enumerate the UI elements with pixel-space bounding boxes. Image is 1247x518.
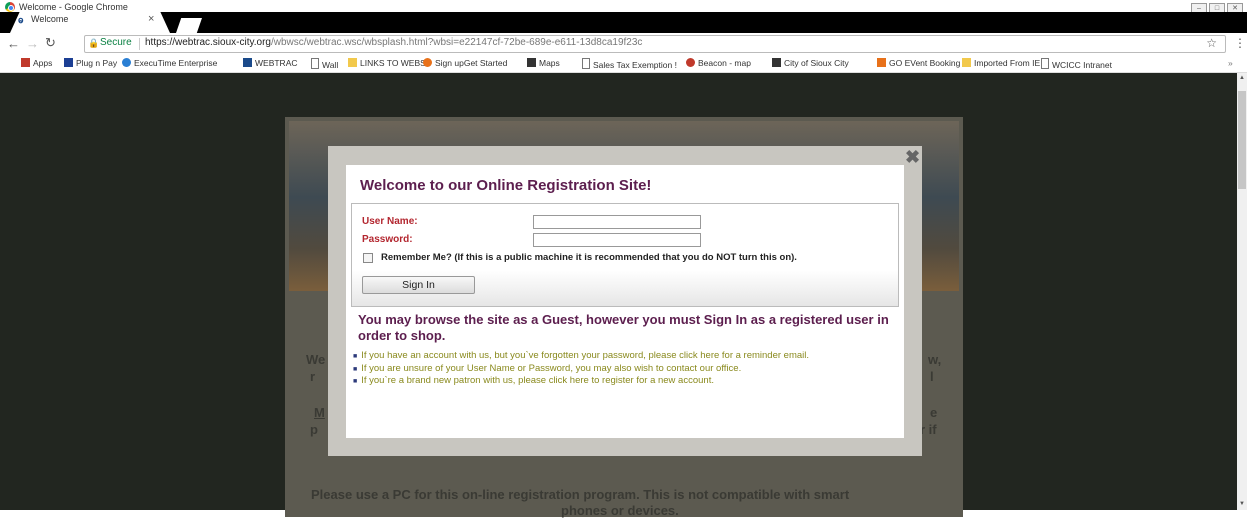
bookmark-item[interactable]: WEBTRAC xyxy=(243,58,298,68)
help-link[interactable]: ■ If you are unsure of your User Name or … xyxy=(353,363,809,376)
globe-icon xyxy=(122,58,131,67)
page-icon xyxy=(311,58,319,69)
bookmark-item[interactable]: Sales Tax Exemption ! xyxy=(582,58,677,70)
lock-icon: 🔒 xyxy=(88,38,100,48)
secure-label: Secure xyxy=(100,37,132,48)
bookmark-star-icon[interactable]: ☆ xyxy=(1206,36,1217,50)
help-link-text: If you are unsure of your User Name or P… xyxy=(361,362,742,374)
bookmark-item[interactable]: LINKS TO WEBS xyxy=(348,58,426,68)
bookmark-item[interactable]: Wall xyxy=(311,58,338,70)
bullet-icon: ■ xyxy=(353,365,358,373)
password-input[interactable] xyxy=(533,233,701,247)
help-link[interactable]: ■ If you have an account with us, but you… xyxy=(353,350,809,363)
tab-strip: ⱺ Welcome × xyxy=(0,12,1247,33)
navigation-bar: ← → ↻ 🔒 Secure https://webtrac.sioux-cit… xyxy=(0,33,1247,55)
window-title: Welcome - Google Chrome xyxy=(19,2,128,12)
bookmark-item[interactable]: Maps xyxy=(527,58,560,68)
bookmark-item[interactable]: City of Sioux City xyxy=(772,58,849,68)
scroll-down-icon[interactable]: ▼ xyxy=(1239,501,1245,507)
chrome-logo-icon xyxy=(5,2,15,12)
bookmark-label: Wall xyxy=(322,60,339,70)
bookmark-item[interactable]: Apps xyxy=(21,58,52,68)
help-link[interactable]: ■ If you`re a brand new patron with us, p… xyxy=(353,375,809,388)
remember-me-label: Remember Me? (If this is a public machin… xyxy=(381,252,797,263)
back-icon[interactable]: ← xyxy=(7,36,20,51)
scroll-up-icon[interactable]: ▲ xyxy=(1239,75,1245,81)
bg-text: e xyxy=(930,405,938,420)
bookmark-label: Maps xyxy=(539,58,560,68)
tab-close-icon[interactable]: × xyxy=(148,13,154,25)
menu-icon[interactable]: ⋮ xyxy=(1234,36,1246,50)
bookmark-label: ExecuTime Enterprise xyxy=(134,58,218,68)
bookmark-item[interactable]: ExecuTime Enterprise xyxy=(122,58,217,68)
username-input[interactable] xyxy=(533,215,701,229)
url-text: https://webtrac.sioux-city.org/wbwsc/web… xyxy=(145,37,642,48)
orange-circle-icon xyxy=(423,58,432,67)
page-icon xyxy=(1041,58,1049,69)
city-icon xyxy=(527,58,536,67)
bg-text: r xyxy=(310,369,316,384)
bookmark-label: City of Sioux City xyxy=(784,58,849,68)
address-bar[interactable]: 🔒 Secure https://webtrac.sioux-city.org/… xyxy=(84,35,1226,53)
scrollbar[interactable]: ▲ ▼ xyxy=(1237,73,1247,510)
apps-grid-icon xyxy=(21,58,30,67)
bg-notice: Please use a PC for this on-line registr… xyxy=(311,487,850,502)
reload-icon[interactable]: ↻ xyxy=(45,35,56,51)
bookmark-label: LINKS TO WEBS xyxy=(360,58,426,68)
bg-text: w, xyxy=(928,352,942,367)
guest-message: You may browse the site as a Guest, howe… xyxy=(358,312,889,343)
bg-text: r if xyxy=(920,422,937,437)
forward-icon[interactable]: → xyxy=(26,36,39,51)
bookmark-label: Beacon - map xyxy=(698,58,751,68)
webtrac-icon xyxy=(243,58,252,67)
remember-me-checkbox[interactable] xyxy=(363,253,373,263)
bullet-icon: ■ xyxy=(353,353,358,360)
p-logo-icon xyxy=(64,58,73,67)
folder-icon xyxy=(348,58,357,67)
help-link-text: If you have an account with us, but you`… xyxy=(361,350,810,361)
scroll-thumb[interactable] xyxy=(1238,91,1246,189)
page-icon xyxy=(582,58,590,69)
bookmarks-bar: » Apps Plug n Pay ExecuTime Enterprise WEBT… xyxy=(0,55,1247,73)
bookmark-label: Sign upGet Started xyxy=(435,58,508,68)
address-divider xyxy=(139,38,140,50)
bookmark-label: WCICC Intranet xyxy=(1052,60,1112,70)
sign-in-button[interactable]: Sign In xyxy=(362,276,475,294)
bookmark-label: Sales Tax Exemption ! xyxy=(593,60,677,70)
new-tab-button[interactable] xyxy=(176,18,202,33)
bookmark-item[interactable]: WCICC Intranet xyxy=(1041,58,1112,70)
bookmark-item[interactable]: Sign upGet Started xyxy=(423,58,507,68)
url-path: /wbwsc/webtrac.wsc/wbsplash.html?wbsi=e2… xyxy=(270,37,643,48)
bookmark-item[interactable]: Beacon - map xyxy=(686,58,751,68)
folder-icon xyxy=(962,58,971,67)
rss-icon xyxy=(877,58,886,67)
webtrac-icon: ⱺ xyxy=(18,15,24,25)
bookmark-label: Apps xyxy=(33,58,53,68)
tab-label: Welcome xyxy=(31,14,69,24)
bg-text: l xyxy=(930,369,934,384)
bookmark-item[interactable]: Plug n Pay xyxy=(64,58,117,68)
url-host: https://webtrac.sioux-city.org xyxy=(145,37,271,48)
bg-text: p xyxy=(310,422,318,437)
city-icon xyxy=(772,58,781,67)
help-links-list: ■ If you have an account with us, but you… xyxy=(353,350,809,388)
modal-heading: Welcome to our Online Registration Site! xyxy=(360,177,652,194)
password-label: Password: xyxy=(362,234,413,245)
bg-text: M xyxy=(314,405,325,420)
bookmark-label: Imported From IE xyxy=(974,58,1041,68)
bookmark-label: Plug n Pay xyxy=(76,58,118,68)
bullet-icon: ■ xyxy=(353,378,358,385)
help-link-text: If you`re a brand new patron with us, pl… xyxy=(361,375,714,386)
beacon-icon xyxy=(686,58,695,67)
username-label: User Name: xyxy=(362,216,418,227)
bookmark-label: GO EVent Booking xyxy=(889,58,961,68)
bg-notice: phones or devices. xyxy=(561,503,679,518)
bg-text: We xyxy=(306,352,326,367)
more-bookmarks-icon[interactable]: » xyxy=(1228,58,1233,68)
bookmark-item[interactable]: Imported From IE xyxy=(962,58,1040,68)
close-icon[interactable]: ✖ xyxy=(905,147,920,168)
bookmark-label: WEBTRAC xyxy=(255,58,298,68)
bookmark-item[interactable]: GO EVent Booking xyxy=(877,58,960,68)
